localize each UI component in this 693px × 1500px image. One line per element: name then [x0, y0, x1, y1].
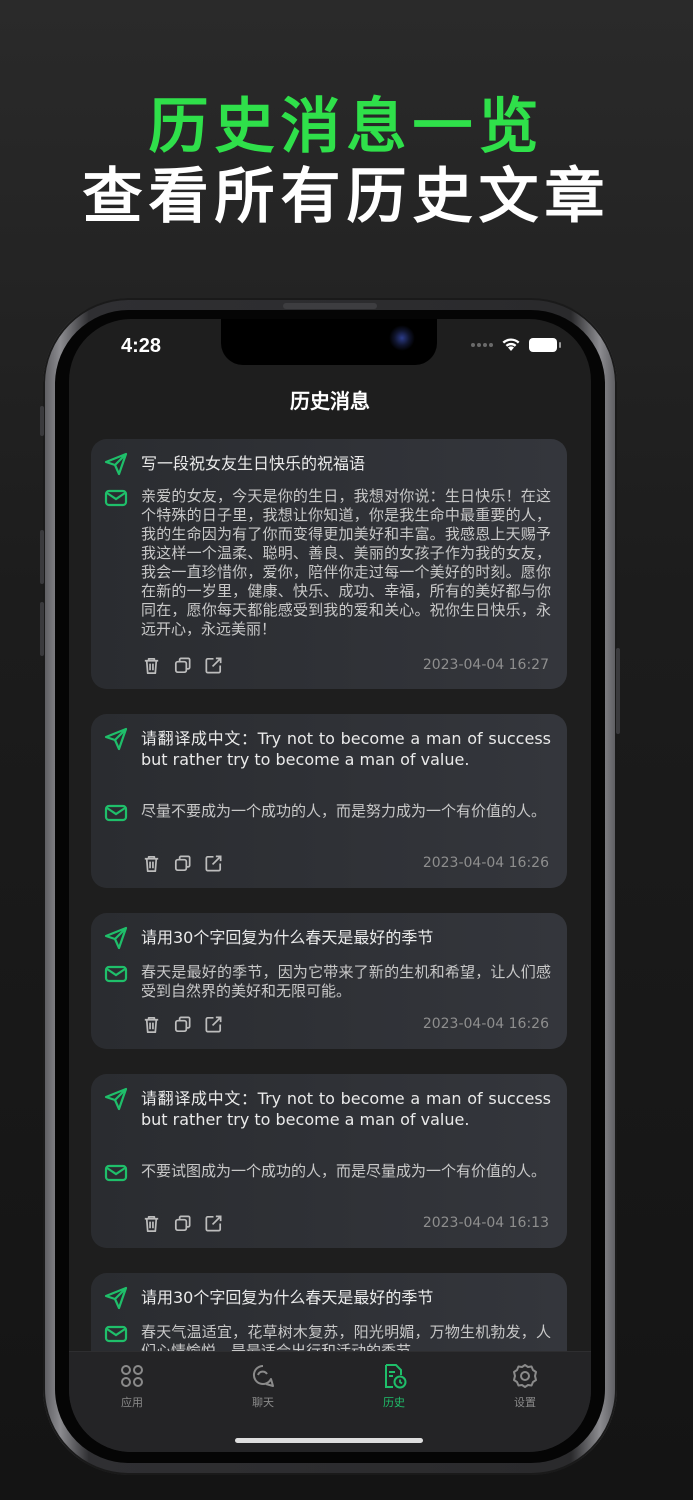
- send-icon: [104, 1087, 128, 1111]
- history-message-list[interactable]: 写一段祝女友生日快乐的祝福语 亲爱的女友，今天是你的生日，我想对你说：生日快乐！…: [91, 439, 567, 1351]
- copy-icon[interactable]: [172, 1213, 193, 1234]
- trash-icon[interactable]: [141, 655, 162, 676]
- question-row: 请翻译成中文：Try not to become a man of succes…: [103, 1087, 551, 1130]
- history-doc-icon: [385, 1364, 407, 1389]
- home-indicator[interactable]: [235, 1438, 423, 1443]
- question-text: 请用30个字回复为什么春天是最好的季节: [141, 1288, 434, 1307]
- tab-history[interactable]: 历史: [354, 1362, 434, 1410]
- tab-chat[interactable]: 聊天: [223, 1362, 303, 1410]
- history-card[interactable]: 请翻译成中文：Try not to become a man of succes…: [91, 714, 567, 888]
- question-text: 写一段祝女友生日快乐的祝福语: [141, 454, 366, 473]
- answer-row: 不要试图成为一个成功的人，而是尽量成为一个有价值的人。: [103, 1162, 551, 1186]
- answer-row: 春天是最好的季节，因为它带来了新的生机和希望，让人们感受到自然界的美好和无限可能…: [103, 963, 551, 1001]
- answer-text: 尽量不要成为一个成功的人，而是努力成为一个有价值的人。: [141, 802, 547, 820]
- message-timestamp: 2023-04-04 16:27: [422, 657, 549, 673]
- wifi-icon: [502, 338, 520, 351]
- history-card[interactable]: 写一段祝女友生日快乐的祝福语 亲爱的女友，今天是你的生日，我想对你说：生日快乐！…: [91, 439, 567, 689]
- promo-headline-white: 查看所有历史文章: [82, 162, 611, 232]
- share-icon[interactable]: [203, 655, 224, 676]
- send-icon: [104, 1286, 128, 1310]
- cellular-signal-icon: [471, 342, 493, 347]
- question-row: 请用30个字回复为什么春天是最好的季节: [103, 1286, 551, 1311]
- mail-icon: [104, 1325, 128, 1343]
- history-card[interactable]: 请用30个字回复为什么春天是最好的季节 春天气温适宜，花草树木复苏，阳光明媚，万…: [91, 1273, 567, 1351]
- trash-icon[interactable]: [141, 1213, 162, 1234]
- front-camera-icon: [389, 325, 415, 351]
- history-card[interactable]: 请用30个字回复为什么春天是最好的季节 春天是最好的季节，因为它带来了新的生机和…: [91, 913, 567, 1049]
- gear-icon: [513, 1364, 537, 1388]
- share-icon[interactable]: [203, 1014, 224, 1035]
- mail-icon: [104, 489, 128, 507]
- card-actions: [141, 853, 224, 874]
- tab-label: 聊天: [252, 1396, 274, 1409]
- answer-text: 不要试图成为一个成功的人，而是尽量成为一个有价值的人。: [141, 1162, 547, 1180]
- tab-label: 应用: [121, 1396, 143, 1409]
- dynamic-notch: [221, 319, 437, 365]
- status-time: 4:28: [121, 335, 162, 357]
- mail-icon: [104, 804, 128, 822]
- message-timestamp: 2023-04-04 16:13: [422, 1215, 549, 1231]
- answer-text: 亲爱的女友，今天是你的生日，我想对你说：生日快乐！在这个特殊的日子里，我想让你知…: [141, 487, 551, 638]
- mute-switch: [40, 406, 44, 436]
- mail-icon: [104, 1164, 128, 1182]
- trash-icon[interactable]: [141, 853, 162, 874]
- tab-apps[interactable]: 应用: [92, 1362, 172, 1410]
- volume-down-button: [40, 602, 44, 656]
- mail-icon: [104, 965, 128, 983]
- question-text: 请用30个字回复为什么春天是最好的季节: [141, 928, 434, 947]
- question-text: 请翻译成中文：Try not to become a man of succes…: [141, 1089, 551, 1129]
- send-icon: [104, 926, 128, 950]
- power-button: [616, 648, 620, 734]
- message-timestamp: 2023-04-04 16:26: [422, 855, 549, 871]
- send-icon: [104, 452, 128, 476]
- share-icon[interactable]: [203, 853, 224, 874]
- question-text: 请翻译成中文：Try not to become a man of succes…: [141, 729, 551, 769]
- answer-row: 尽量不要成为一个成功的人，而是努力成为一个有价值的人。: [103, 802, 551, 826]
- battery-icon: [529, 337, 561, 352]
- answer-text: 春天气温适宜，花草树木复苏，阳光明媚，万物生机勃发，人们心情愉悦，是最适合出行和…: [141, 1323, 551, 1351]
- tab-settings[interactable]: 设置: [485, 1362, 565, 1410]
- copy-icon[interactable]: [172, 1014, 193, 1035]
- question-row: 请翻译成中文：Try not to become a man of succes…: [103, 727, 551, 770]
- card-actions: [141, 1213, 224, 1234]
- share-icon[interactable]: [203, 1213, 224, 1234]
- copy-icon[interactable]: [172, 853, 193, 874]
- answer-row: 春天气温适宜，花草树木复苏，阳光明媚，万物生机勃发，人们心情愉悦，是最适合出行和…: [103, 1323, 551, 1351]
- answer-text: 春天是最好的季节，因为它带来了新的生机和希望，让人们感受到自然界的美好和无限可能…: [141, 963, 551, 1000]
- tab-bar: 应用 聊天 历史 设置: [69, 1351, 591, 1452]
- trash-icon[interactable]: [141, 1014, 162, 1035]
- copy-icon[interactable]: [172, 655, 193, 676]
- page-title: 历史消息: [290, 389, 370, 413]
- card-actions: [141, 1014, 224, 1035]
- app-screen: 4:28 历史消息 写一段祝女友生日快乐的祝福语 亲爱的女友，今天是你的生日，我…: [69, 319, 591, 1452]
- apps-grid-icon: [121, 1365, 143, 1387]
- question-row: 写一段祝女友生日快乐的祝福语: [103, 452, 551, 477]
- answer-row: 亲爱的女友，今天是你的生日，我想对你说：生日快乐！在这个特殊的日子里，我想让你知…: [103, 487, 551, 639]
- message-timestamp: 2023-04-04 16:26: [422, 1016, 549, 1032]
- tab-label: 设置: [514, 1396, 536, 1409]
- status-icons: [471, 337, 561, 352]
- phone-top-edge: [283, 303, 377, 309]
- history-card[interactable]: 请翻译成中文：Try not to become a man of succes…: [91, 1074, 567, 1248]
- tab-label: 历史: [383, 1396, 405, 1409]
- phone-frame: 4:28 历史消息 写一段祝女友生日快乐的祝福语 亲爱的女友，今天是你的生日，我…: [40, 298, 620, 1475]
- chat-bubble-icon: [252, 1364, 274, 1387]
- volume-up-button: [40, 530, 44, 584]
- send-icon: [104, 727, 128, 751]
- question-row: 请用30个字回复为什么春天是最好的季节: [103, 926, 551, 951]
- card-actions: [141, 655, 224, 676]
